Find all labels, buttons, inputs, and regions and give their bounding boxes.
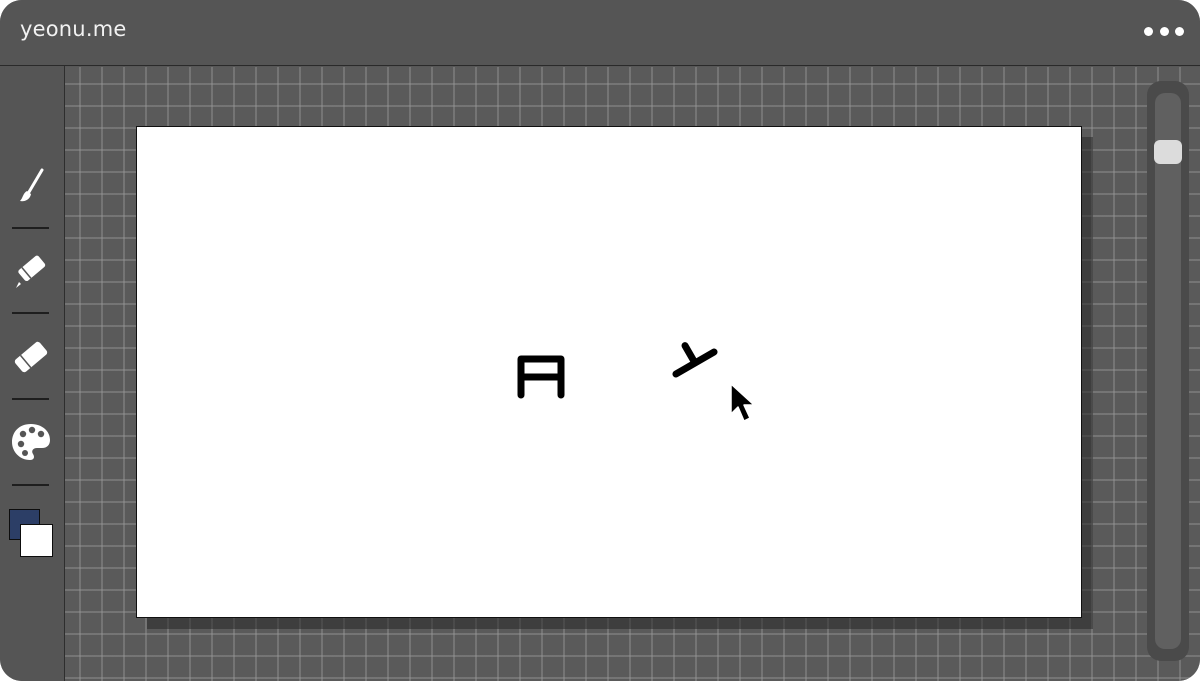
pencil-eraser-icon — [16, 255, 46, 288]
tool-divider — [12, 312, 49, 314]
menu-dot — [1175, 26, 1184, 36]
drawing-canvas[interactable] — [136, 126, 1082, 618]
pointer-cursor-icon — [730, 383, 755, 422]
brush-tool-button[interactable] — [8, 163, 54, 209]
tool-divider — [12, 398, 49, 400]
brush-icon — [20, 168, 44, 202]
tool-divider — [12, 484, 49, 486]
menu-dot — [1159, 26, 1169, 36]
zoom-slider[interactable] — [1147, 81, 1189, 661]
drawing-workspace — [65, 67, 1200, 681]
palette-icon — [12, 424, 50, 460]
hangul-bieup-stroke — [517, 355, 565, 399]
title-bar: yeonu.me — [0, 0, 1200, 66]
eraser-icon — [14, 341, 48, 373]
hangul-u-stroke — [672, 342, 718, 378]
zoom-slider-track — [1155, 93, 1181, 649]
eraser-tool-button[interactable] — [8, 334, 54, 380]
menu-dot — [1144, 26, 1153, 36]
app-title: yeonu.me — [20, 17, 127, 41]
tool-divider — [12, 227, 49, 229]
zoom-slider-thumb[interactable] — [1154, 140, 1182, 164]
canvas-drawing — [517, 342, 755, 422]
app-window: yeonu.me — [0, 0, 1200, 681]
palette-tool-button[interactable] — [8, 419, 54, 465]
background-color-swatch[interactable] — [20, 524, 53, 557]
pencil-eraser-tool-button[interactable] — [8, 248, 54, 294]
more-horizontal-icon[interactable] — [1144, 24, 1184, 38]
tool-sidebar — [0, 66, 65, 681]
